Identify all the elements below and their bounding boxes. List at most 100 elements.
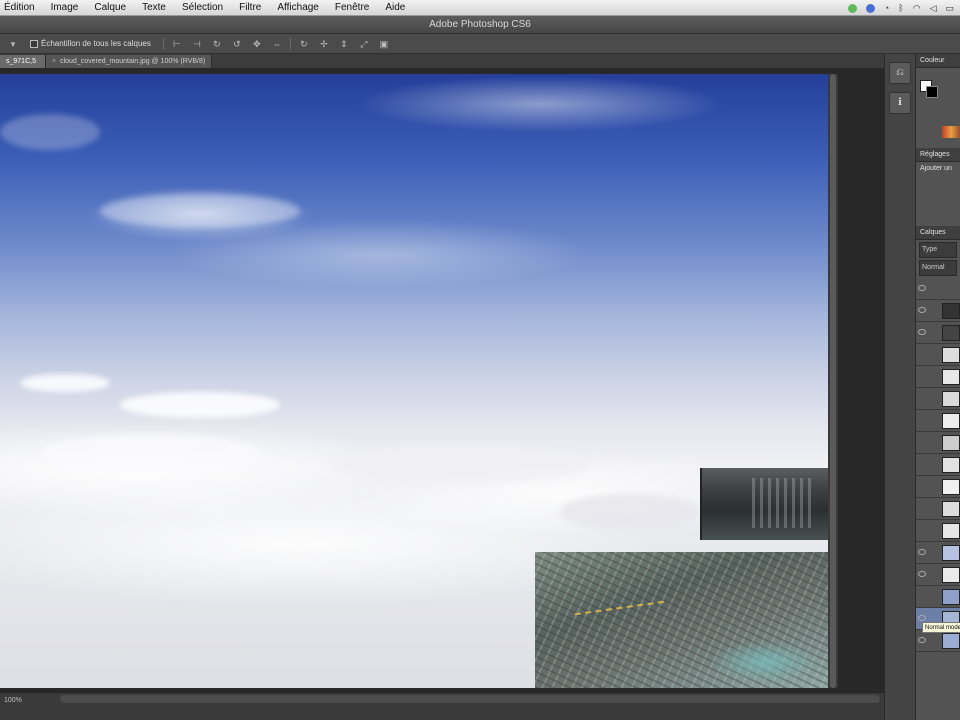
layers-panel: Calques Type Normal [916,226,960,652]
layer-row[interactable] [916,344,960,366]
menu-filter[interactable]: Filtre [231,0,269,16]
layer-row[interactable] [916,520,960,542]
layer-row[interactable] [916,476,960,498]
status-green-icon[interactable] [847,3,857,13]
blend-mode-select[interactable]: Normal [919,260,957,276]
visibility-eye-icon[interactable] [918,329,926,335]
drag-icon[interactable]: ✥ [250,38,264,50]
panel-dock: Couleur Réglages Ajouter un Calques Type… [916,54,960,720]
layer-filter-select[interactable]: Type [919,242,957,258]
cloud-wisp [0,114,100,150]
window-title: Adobe Photoshop CS6 [429,19,531,30]
layer-row[interactable] [916,366,960,388]
layers-panel-header[interactable]: Calques [916,226,960,240]
background-color-swatch[interactable] [926,86,938,98]
orbit-icon[interactable]: ↻ [297,38,311,50]
layer-thumbnail [942,567,960,583]
photoshop-window: Édition Image Calque Texte Sélection Fil… [0,0,960,720]
horizontal-scrollbar[interactable] [60,695,880,703]
rotate-icon[interactable]: ↻ [210,38,224,50]
bluetooth-icon[interactable]: ᛒ [898,3,903,13]
panel-icon-strip: ⎌ ℹ [884,54,916,720]
layer-row[interactable] [916,564,960,586]
layer-group-row[interactable] [916,278,960,300]
system-tray: ◔ ᛒ ◠ ◁ ▭ [847,0,954,16]
layer-row[interactable] [916,498,960,520]
status-bar: 100% [0,692,884,720]
tab-document-2[interactable]: × cloud_covered_mountain.jpg @ 100% (RVB/… [46,55,213,68]
slide-icon[interactable]: ⇔ [270,38,284,50]
tool-preset-icon[interactable]: ▾ [6,38,20,50]
layer-city-aerial[interactable] [535,552,828,688]
layer-thumbnail [942,303,960,319]
visibility-eye-icon[interactable] [918,615,926,621]
layer-row[interactable] [916,586,960,608]
menu-type[interactable]: Texte [134,0,174,16]
sample-all-layers-checkbox[interactable] [30,39,38,48]
menu-edit[interactable]: Édition [0,0,43,16]
visibility-eye-icon[interactable] [918,285,926,291]
status-blue-icon[interactable] [865,3,875,13]
layer-thumbnail [942,413,960,429]
layer-row[interactable] [916,630,960,652]
title-bar: Adobe Photoshop CS6 [0,16,960,34]
layer-thumbnail [942,369,960,385]
properties-icon[interactable]: ℹ [889,92,911,114]
layer-row[interactable] [916,454,960,476]
tab-document-2-label: cloud_covered_mountain.jpg @ 100% (RVB/8… [60,58,206,65]
visibility-eye-icon[interactable] [918,549,926,555]
menu-bar: Édition Image Calque Texte Sélection Fil… [0,0,960,16]
visibility-eye-icon[interactable] [918,571,926,577]
menu-layer[interactable]: Calque [86,0,134,16]
layer-row[interactable] [916,542,960,564]
tab-document-1-label: s_971C,5 [6,58,36,65]
layer-row[interactable] [916,300,960,322]
zoom-level[interactable]: 100% [4,697,22,704]
move-3d-icon[interactable]: ⇕ [337,38,351,50]
cloud-shape [330,444,590,484]
battery-icon[interactable]: ▭ [945,3,954,14]
layer-thumbnail [942,347,960,363]
color-spectrum[interactable] [942,126,960,138]
options-divider [162,37,164,50]
layer-thumbnail [942,501,960,517]
pan-icon[interactable]: ✢ [317,38,331,50]
menu-image[interactable]: Image [43,0,87,16]
tab-close-icon[interactable]: × [52,58,56,65]
layer-thumbnail [942,633,960,649]
layer-thumbnail [942,325,960,341]
scale-3d-icon[interactable]: ⤢ [357,38,371,50]
layer-thumbnail [942,523,960,539]
layer-thumbnail [942,589,960,605]
city-road [574,600,666,626]
visibility-eye-icon[interactable] [918,637,926,643]
layer-thumbnail [942,545,960,561]
layer-row[interactable] [916,432,960,454]
vertical-scrollbar[interactable] [828,74,838,688]
layer-thumbnail [942,457,960,473]
layer-city-dark[interactable] [700,468,828,540]
layer-row[interactable] [916,388,960,410]
volume-icon[interactable]: ◁ [930,3,937,14]
vertical-scroll-thumb[interactable] [830,74,836,688]
menu-view[interactable]: Affichage [269,0,327,16]
color-panel [916,68,960,148]
camera-icon[interactable]: ▣ [377,38,391,50]
menu-window[interactable]: Fenêtre [327,0,377,16]
layer-row[interactable] [916,322,960,344]
align-center-icon[interactable]: ⊣ [190,38,204,50]
cloud-shape [40,434,260,474]
layer-row[interactable] [916,410,960,432]
menu-select[interactable]: Sélection [174,0,231,16]
visibility-eye-icon[interactable] [918,307,926,313]
align-left-icon[interactable]: ⊢ [170,38,184,50]
roll-icon[interactable]: ↺ [230,38,244,50]
wifi-icon[interactable]: ◠ [913,3,921,14]
history-icon[interactable]: ⎌ [889,62,911,84]
document-canvas[interactable] [0,74,828,688]
adjustments-panel-header[interactable]: Réglages [916,148,960,162]
color-panel-header[interactable]: Couleur [916,54,960,68]
clock-icon[interactable]: ◔ [884,3,889,13]
tab-document-1[interactable]: s_971C,5 [0,55,46,68]
menu-help[interactable]: Aide [377,0,413,16]
